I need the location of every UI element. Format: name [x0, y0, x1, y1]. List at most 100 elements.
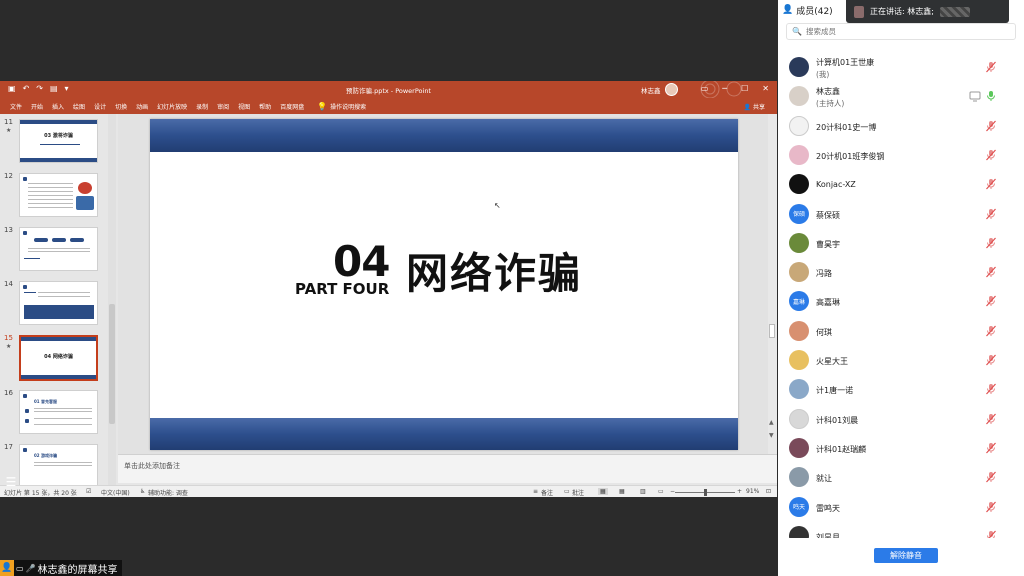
mic-muted-icon[interactable] [985, 501, 997, 513]
member-avatar [789, 525, 809, 538]
zoom-level[interactable]: 91% [746, 488, 759, 495]
tab-file[interactable]: 文件 [10, 102, 22, 111]
account-avatar[interactable] [665, 83, 678, 96]
zoom-slider-handle[interactable] [704, 489, 707, 496]
mic-muted-icon[interactable] [985, 295, 997, 307]
mic-muted-icon[interactable] [985, 383, 997, 395]
slide-sorter-icon[interactable]: ▦ [619, 488, 625, 495]
member-avatar [789, 379, 809, 400]
mic-on-icon[interactable] [985, 90, 997, 102]
tab-record[interactable]: 录制 [196, 102, 208, 111]
share-button[interactable]: 👤 共享 [744, 102, 765, 111]
close-icon[interactable]: ✕ [762, 83, 769, 95]
notes-button[interactable]: 备注 [541, 488, 553, 497]
member-row[interactable]: 嘉琳 高嘉琳 [778, 287, 1024, 316]
tab-review[interactable]: 审阅 [217, 102, 229, 111]
slide-canvas[interactable]: 04 PART FOUR 网络诈骗 ↖ ▲ ▼ [118, 114, 777, 454]
unmute-all-button[interactable]: 解除静音 [874, 548, 938, 563]
member-row[interactable]: 鸣天 雷鸣天 [778, 493, 1024, 522]
thumbnails-scrollbar[interactable] [108, 114, 116, 487]
member-row[interactable]: 计科01刘晨 [778, 405, 1024, 434]
mic-muted-icon[interactable] [985, 149, 997, 161]
slide-thumbnail-15-selected[interactable]: 04 网络诈骗 [19, 335, 98, 381]
thumbnails-scroll-thumb[interactable] [109, 304, 115, 424]
tab-transitions[interactable]: 切换 [115, 102, 127, 111]
tab-animations[interactable]: 动画 [136, 102, 148, 111]
minimize-icon[interactable]: ─ [722, 83, 727, 95]
member-row[interactable]: 就让 [778, 463, 1024, 492]
ribbon-display-icon[interactable]: ▭ [701, 83, 709, 95]
mic-muted-icon[interactable] [985, 178, 997, 190]
mic-muted-icon[interactable] [985, 354, 997, 366]
normal-view-icon[interactable]: ▦ [598, 488, 608, 495]
slide-thumbnail-13[interactable] [19, 227, 98, 271]
member-list[interactable]: 计算机01王世康 (我) 林志鑫 (主持人) 20计科01史一博 20计机01班李俊钢 Ko… [778, 53, 1024, 538]
language-status[interactable]: 中文(中国) [101, 488, 130, 497]
comments-button[interactable]: 批注 [572, 488, 584, 497]
member-name: 20计科01史一博 [816, 122, 877, 132]
mic-muted-icon[interactable] [985, 208, 997, 220]
zoom-in-icon[interactable]: + [737, 488, 742, 495]
tab-baidu-netdisk[interactable]: 百度网盘 [280, 102, 304, 111]
tab-help[interactable]: 帮助 [259, 102, 271, 111]
slide-thumbnail-14[interactable] [19, 281, 98, 325]
slideshow-icon[interactable]: ▭ [658, 488, 664, 495]
mic-muted-icon[interactable] [985, 266, 997, 278]
slide-thumbnails-pane[interactable]: 11 ★ 03 激将诈骗 12 13 14 15 ★ 04 网络诈骗 16 01… [0, 114, 118, 487]
member-row[interactable]: 计科01赵瑞麟 [778, 434, 1024, 463]
maximize-icon[interactable]: ☐ [741, 83, 748, 95]
mic-muted-icon[interactable] [985, 237, 997, 249]
member-row[interactable]: 冯路 [778, 258, 1024, 287]
member-row[interactable]: 火星大王 [778, 346, 1024, 375]
reading-view-icon[interactable]: ▥ [640, 488, 646, 495]
tell-me-search[interactable]: 💡 操作说明搜索 [317, 102, 375, 111]
slide-thumbnail-17[interactable]: 02 游戏诈骗 [19, 444, 98, 487]
mic-muted-icon[interactable] [985, 442, 997, 454]
notes-placeholder[interactable]: 单击此处添加备注 [124, 461, 180, 471]
canvas-scrollbar[interactable]: ▲ ▼ [768, 114, 777, 454]
member-row[interactable]: 计1唐一诺 [778, 375, 1024, 404]
prev-slide-icon[interactable]: ▲ [769, 419, 774, 426]
canvas-scroll-thumb[interactable] [769, 324, 775, 338]
member-row[interactable]: 20计机01班李俊钢 [778, 141, 1024, 170]
tab-view[interactable]: 视图 [238, 102, 250, 111]
mic-muted-icon[interactable] [985, 61, 997, 73]
next-slide-icon[interactable]: ▼ [769, 432, 774, 439]
tab-home[interactable]: 开始 [31, 102, 43, 111]
member-row[interactable]: 曹昊宇 [778, 229, 1024, 258]
slide-title[interactable]: 网络诈骗 [406, 240, 582, 301]
tab-design[interactable]: 设计 [94, 102, 106, 111]
member-row[interactable]: 刘昊月 [778, 522, 1024, 538]
slide-thumbnail-11[interactable]: 03 激将诈骗 [19, 119, 98, 163]
slide-thumbnail-16[interactable]: 01 冒充客服 [19, 390, 98, 434]
fit-slide-icon[interactable]: ⊡ [766, 488, 771, 495]
member-row[interactable]: 计算机01王世康 (我) [778, 53, 1024, 82]
tab-insert[interactable]: 插入 [52, 102, 64, 111]
slide-thumbnail-12[interactable] [19, 173, 98, 217]
slide-section-number[interactable]: 04 [333, 237, 390, 286]
member-avatar [789, 57, 809, 77]
member-row[interactable]: 何琪 [778, 317, 1024, 346]
account-name[interactable]: 林志鑫 [641, 85, 661, 95]
member-search-input[interactable] [805, 27, 1006, 36]
mic-muted-icon[interactable] [985, 471, 997, 483]
thumb-title: 03 激将诈骗 [44, 133, 73, 139]
slide-part-label[interactable]: PART FOUR [295, 280, 389, 298]
mic-muted-icon[interactable] [985, 120, 997, 132]
member-search-box[interactable]: 🔍 [786, 23, 1016, 40]
spellcheck-icon[interactable]: ☑ [86, 488, 91, 495]
mic-muted-icon[interactable] [985, 530, 997, 538]
menu-icon[interactable]: ☰ [3, 475, 19, 489]
member-row[interactable]: 林志鑫 (主持人) [778, 82, 1024, 111]
tab-slideshow[interactable]: 幻灯片放映 [157, 102, 187, 111]
current-slide[interactable]: 04 PART FOUR 网络诈骗 ↖ [150, 119, 738, 450]
tab-draw[interactable]: 绘图 [73, 102, 85, 111]
mic-muted-icon[interactable] [985, 413, 997, 425]
member-row[interactable]: Konjac-XZ [778, 170, 1024, 199]
notes-pane[interactable]: 单击此处添加备注 [118, 454, 777, 483]
animation-star-icon: ★ [6, 343, 12, 350]
member-row[interactable]: 20计科01史一博 [778, 112, 1024, 141]
member-row[interactable]: 保硕 蔡保硕 [778, 200, 1024, 229]
mic-muted-icon[interactable] [985, 325, 997, 337]
accessibility-status[interactable]: 辅助功能: 调查 [148, 488, 188, 497]
